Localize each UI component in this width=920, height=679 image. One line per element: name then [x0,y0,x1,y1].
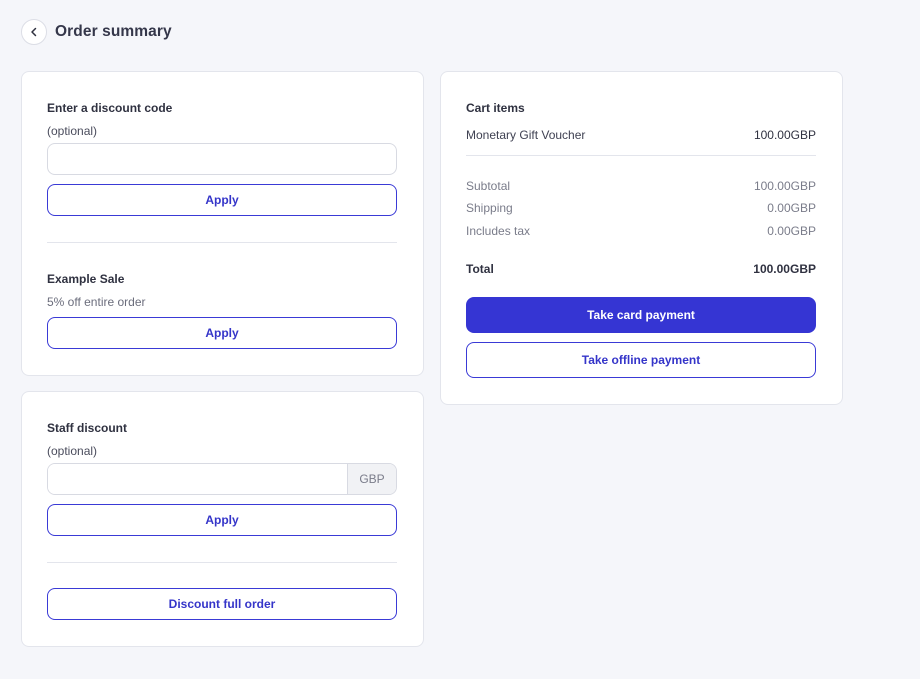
cart-item-name: Monetary Gift Voucher [466,128,586,142]
apply-staff-discount-button[interactable]: Apply [47,504,397,536]
total-row: Total 100.00GBP [466,262,816,276]
discount-card: Enter a discount code (optional) Apply E… [21,71,424,376]
staff-discount-label: Staff discount [47,421,127,435]
shipping-value: 0.00GBP [767,201,816,215]
discount-code-label: Enter a discount code [47,101,173,115]
back-button[interactable] [21,19,47,45]
subtotal-label: Subtotal [466,179,511,193]
divider [466,155,816,156]
total-label: Total [466,262,494,276]
staff-discount-card: Staff discount (optional) GBP Apply Disc… [21,391,424,647]
chevron-left-icon [31,27,37,37]
total-value: 100.00GBP [753,262,816,276]
discount-code-optional: (optional) [47,124,98,138]
staff-discount-optional: (optional) [47,444,98,458]
currency-suffix: GBP [347,464,396,494]
divider [47,562,397,563]
take-offline-payment-button[interactable]: Take offline payment [466,342,816,378]
subtotal-value: 100.00GBP [753,179,816,193]
divider [47,242,397,243]
apply-promo-button[interactable]: Apply [47,317,397,349]
promo-title: Example Sale [47,272,125,286]
cart-item-row: Monetary Gift Voucher 100.00GBP [466,128,816,142]
staff-discount-input[interactable] [48,464,347,494]
cart-item-price: 100.00GBP [753,128,816,142]
subtotal-row: Subtotal 100.00GBP [466,179,816,193]
promo-description: 5% off entire order [47,295,146,309]
shipping-label: Shipping [466,201,513,215]
tax-value: 0.00GBP [767,224,816,238]
discount-code-input[interactable] [47,143,397,175]
cart-card: Cart items Monetary Gift Voucher 100.00G… [440,71,843,405]
page-header: Order summary [21,19,172,45]
apply-discount-code-button[interactable]: Apply [47,184,397,216]
discount-full-order-button[interactable]: Discount full order [47,588,397,620]
page-title: Order summary [55,23,172,40]
staff-discount-amount-field: GBP [47,463,397,495]
tax-label: Includes tax [466,224,531,238]
tax-row: Includes tax 0.00GBP [466,224,816,238]
cart-title: Cart items [466,101,525,115]
shipping-row: Shipping 0.00GBP [466,201,816,215]
take-card-payment-button[interactable]: Take card payment [466,297,816,333]
